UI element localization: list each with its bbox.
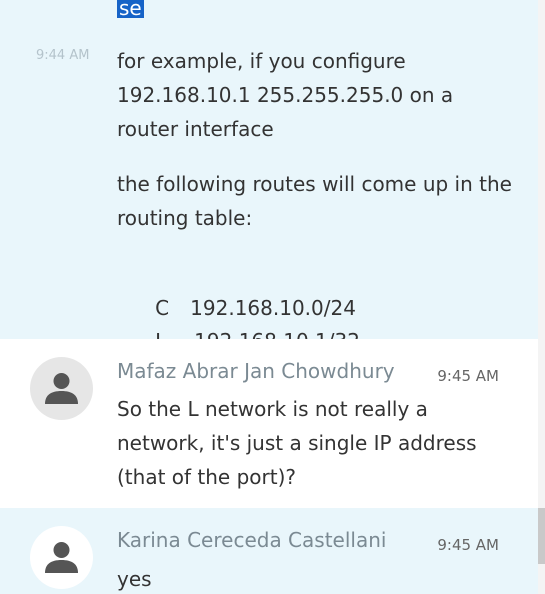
avatar[interactable]: [30, 357, 93, 420]
message-text: yes: [117, 567, 152, 591]
selected-text-fragment[interactable]: se: [117, 0, 144, 18]
message-text: for example, if you configure 192.168.10…: [117, 49, 454, 141]
message-text: So the L network is not really a network…: [117, 397, 477, 489]
avatar[interactable]: [30, 526, 93, 589]
message-group: Mafaz Abrar Jan Chowdhury 9:45 AM So the…: [0, 339, 538, 508]
sender-name[interactable]: Mafaz Abrar Jan Chowdhury: [117, 359, 395, 383]
person-icon: [45, 373, 78, 404]
scrollbar-thumb[interactable]: [538, 508, 545, 564]
message-timestamp: 9:45 AM: [437, 536, 499, 554]
person-icon: [45, 542, 78, 573]
message-timestamp: 9:45 AM: [437, 367, 499, 385]
sender-name[interactable]: Karina Cereceda Castellani: [117, 528, 386, 552]
chat-message-list[interactable]: se 9:44 AM for example, if you configure…: [0, 0, 538, 594]
message-group: Karina Cereceda Castellani 9:45 AM yes: [0, 508, 538, 594]
message-timestamp: 9:44 AM: [36, 48, 90, 63]
message-group: se 9:44 AM for example, if you configure…: [0, 0, 538, 353]
message-text: the following routes will come up in the…: [117, 172, 512, 230]
scrollbar-track[interactable]: [538, 0, 545, 594]
